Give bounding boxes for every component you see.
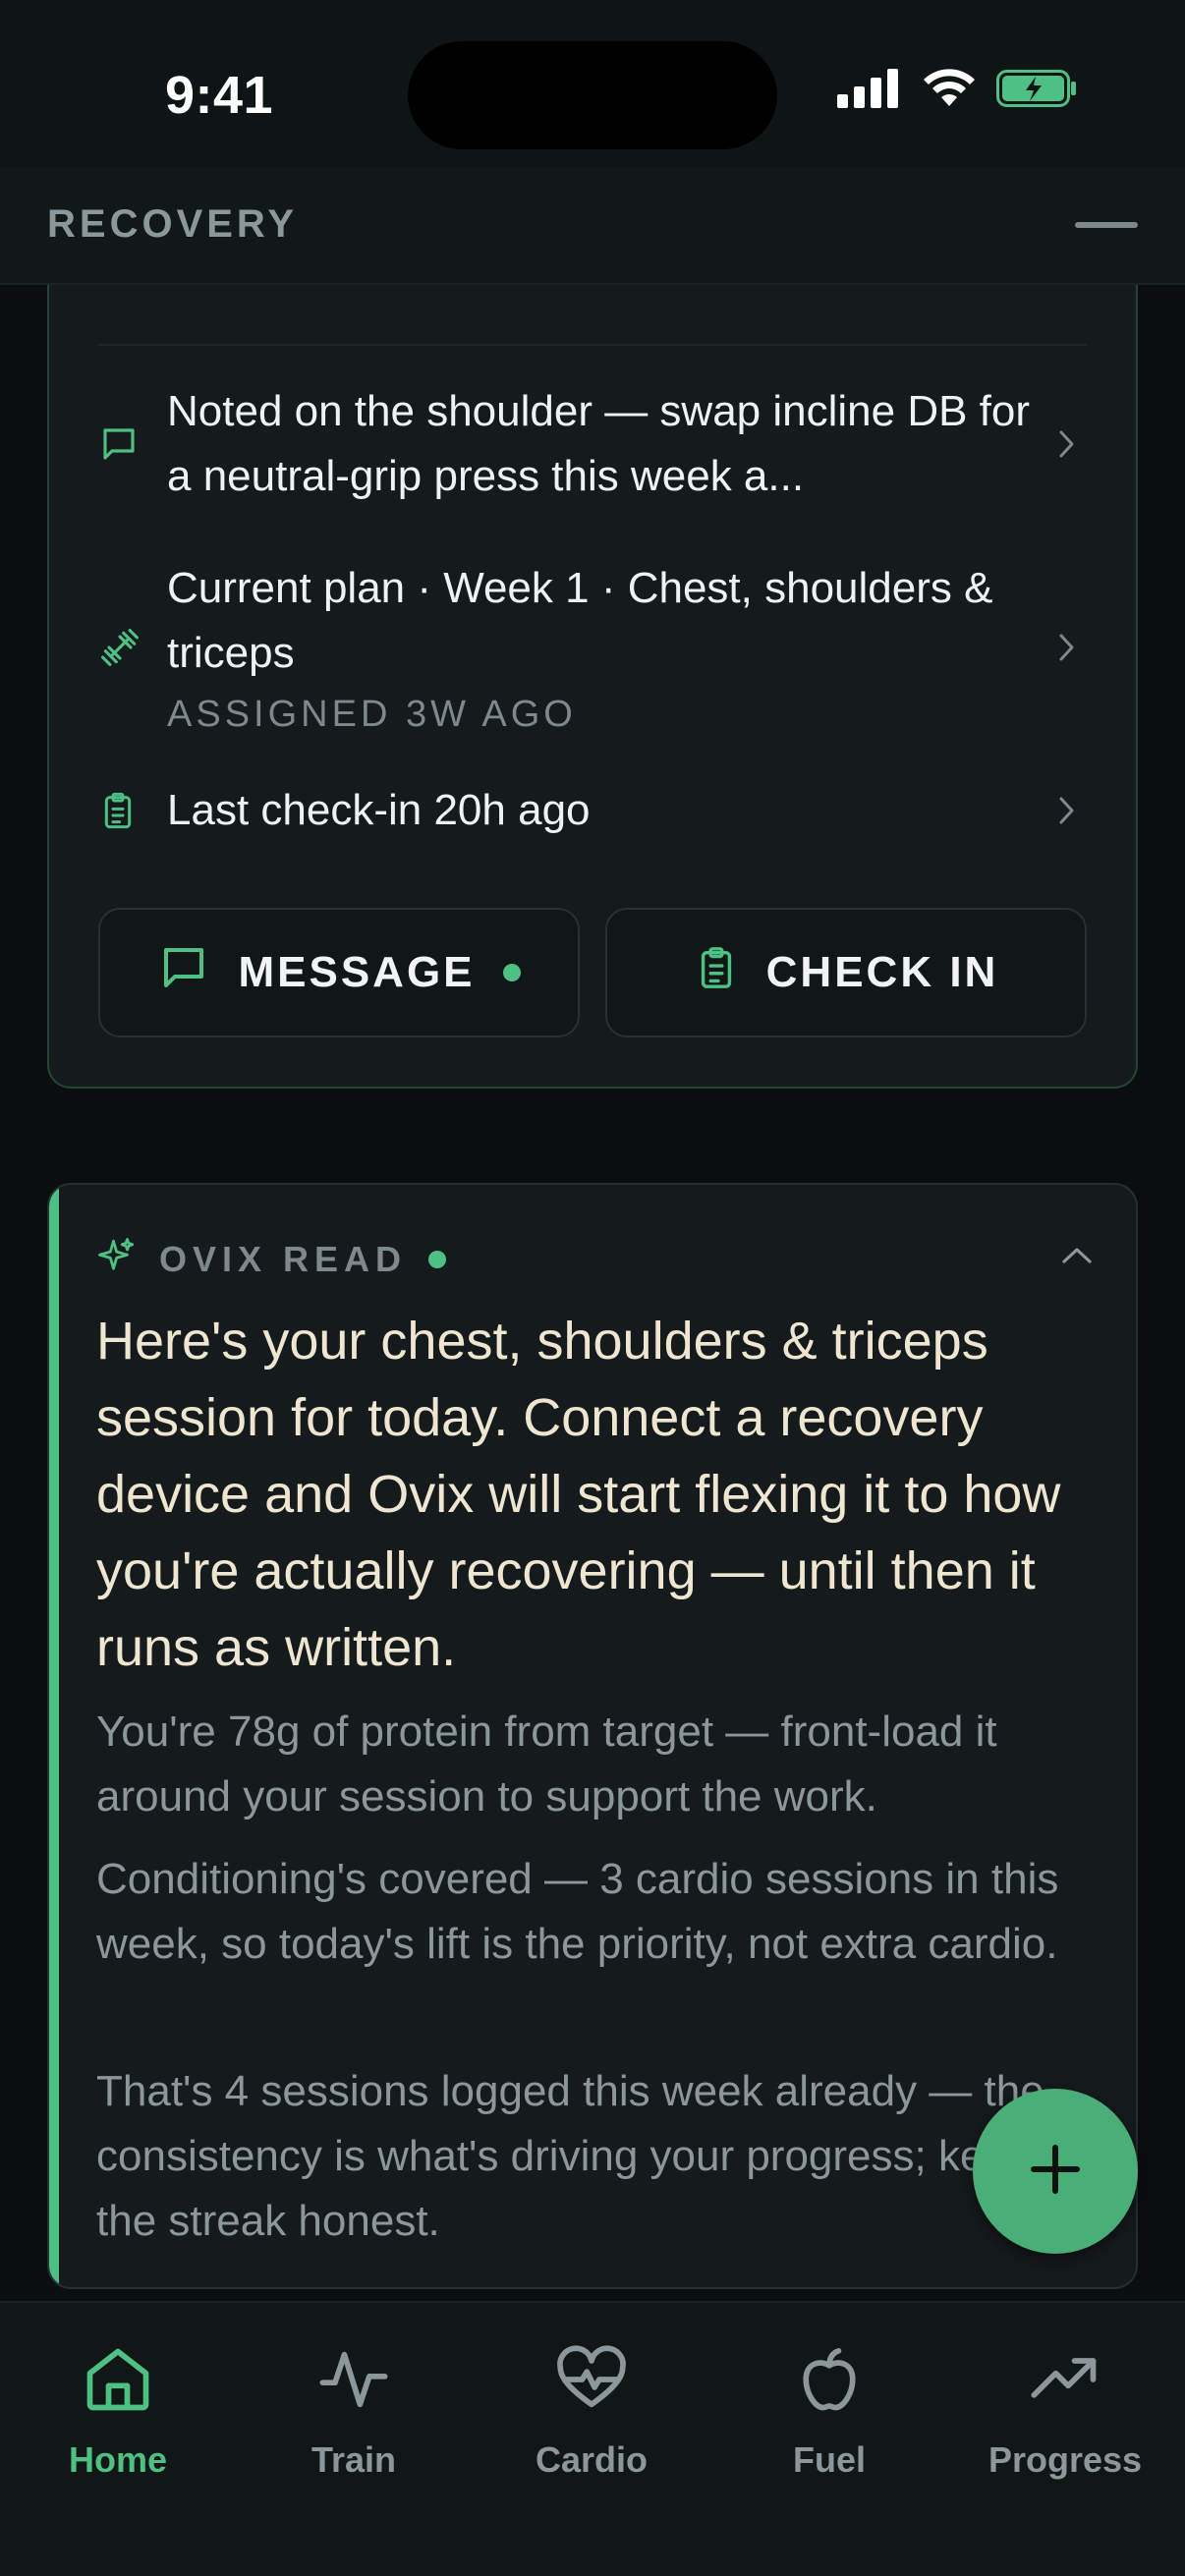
clipboard-icon bbox=[98, 790, 147, 831]
apple-icon bbox=[792, 2342, 867, 2422]
ovix-read-headline: Here's your chest, shoulders & triceps s… bbox=[96, 1312, 1061, 1677]
chevron-right-icon bbox=[1047, 793, 1087, 828]
ovix-read-paragraph: Conditioning's covered — 3 cardio sessio… bbox=[96, 1855, 1059, 1968]
ovix-read-paragraph: That's 4 sessions logged this week alrea… bbox=[96, 2067, 1044, 2245]
tab-cardio-label: Cardio bbox=[535, 2439, 648, 2480]
check-in-button[interactable]: CHECK IN bbox=[605, 908, 1087, 1037]
ovix-read-paragraph: You're 78g of protein from target — fron… bbox=[96, 1708, 997, 1820]
tab-progress-label: Progress bbox=[988, 2439, 1143, 2480]
ovix-read-card: OVIX READ Here's your chest, shoulders &… bbox=[47, 1183, 1138, 2289]
current-plan-text: Current plan · Week 1 · Chest, shoulders… bbox=[167, 564, 993, 677]
unread-dot bbox=[502, 964, 521, 981]
bottom-nav: Home Train Cardio Fuel Progress bbox=[0, 2301, 1185, 2576]
assigned-time: ASSIGNED 3W AGO bbox=[167, 694, 577, 735]
chevron-up-icon[interactable] bbox=[1059, 1244, 1095, 1272]
pulse-icon bbox=[316, 2342, 391, 2422]
message-icon bbox=[157, 941, 210, 1005]
clipboard-icon bbox=[694, 943, 739, 1003]
tab-fuel-label: Fuel bbox=[792, 2439, 866, 2480]
message-button-label: MESSAGE bbox=[238, 948, 476, 996]
status-bar: 9:41 bbox=[0, 0, 1185, 167]
tab-train-label: Train bbox=[310, 2439, 397, 2480]
tab-progress[interactable]: Progress bbox=[947, 2342, 1183, 2481]
status-icons bbox=[837, 69, 1079, 113]
battery-icon bbox=[996, 69, 1079, 113]
message-button[interactable]: MESSAGE bbox=[98, 908, 580, 1037]
message-icon bbox=[98, 423, 147, 465]
wifi-icon bbox=[922, 69, 977, 113]
current-plan-row[interactable]: Current plan · Week 1 · Chest, shoulders… bbox=[98, 556, 1087, 739]
coach-card: Noted on the shoulder — swap incline DB … bbox=[47, 285, 1138, 1089]
check-in-button-label: CHECK IN bbox=[765, 948, 999, 996]
dumbbell-icon bbox=[98, 626, 147, 669]
tab-home[interactable]: Home bbox=[0, 2342, 236, 2481]
section-header: RECOVERY bbox=[0, 167, 1185, 285]
status-dot bbox=[428, 1250, 447, 1268]
ovix-read-header: OVIX READ bbox=[96, 1236, 447, 1282]
collapse-section-button[interactable] bbox=[1075, 222, 1138, 228]
section-title: RECOVERY bbox=[47, 202, 299, 246]
recovery-screen: 9:41 RECOVERY Noted on the shoulder — sw… bbox=[0, 0, 1185, 2576]
last-checkin-row[interactable]: Last check-in 20h ago bbox=[98, 778, 1087, 843]
add-button[interactable] bbox=[973, 2089, 1138, 2254]
chevron-right-icon bbox=[1047, 630, 1087, 665]
home-icon bbox=[81, 2342, 155, 2422]
chevron-right-icon bbox=[1047, 426, 1087, 462]
last-checkin-text: Last check-in 20h ago bbox=[167, 786, 591, 834]
divider bbox=[98, 344, 1087, 346]
coach-note-row[interactable]: Noted on the shoulder — swap incline DB … bbox=[98, 379, 1087, 509]
accent-bar bbox=[49, 1185, 59, 2287]
tab-fuel[interactable]: Fuel bbox=[711, 2342, 947, 2481]
signal-icon bbox=[837, 69, 902, 113]
sparkle-icon bbox=[96, 1236, 138, 1282]
plus-icon bbox=[1026, 2140, 1085, 2204]
trend-up-icon bbox=[1028, 2342, 1102, 2422]
tab-home-label: Home bbox=[68, 2439, 168, 2480]
status-time: 9:41 bbox=[165, 66, 274, 125]
dynamic-island bbox=[408, 41, 777, 149]
tab-cardio[interactable]: Cardio bbox=[474, 2342, 709, 2481]
coach-actions: MESSAGE CHECK IN bbox=[98, 908, 1087, 1037]
heart-icon bbox=[554, 2342, 629, 2422]
tab-train[interactable]: Train bbox=[236, 2342, 472, 2481]
coach-note-text: Noted on the shoulder — swap incline DB … bbox=[167, 387, 1031, 500]
ovix-read-label: OVIX READ bbox=[159, 1238, 408, 1279]
